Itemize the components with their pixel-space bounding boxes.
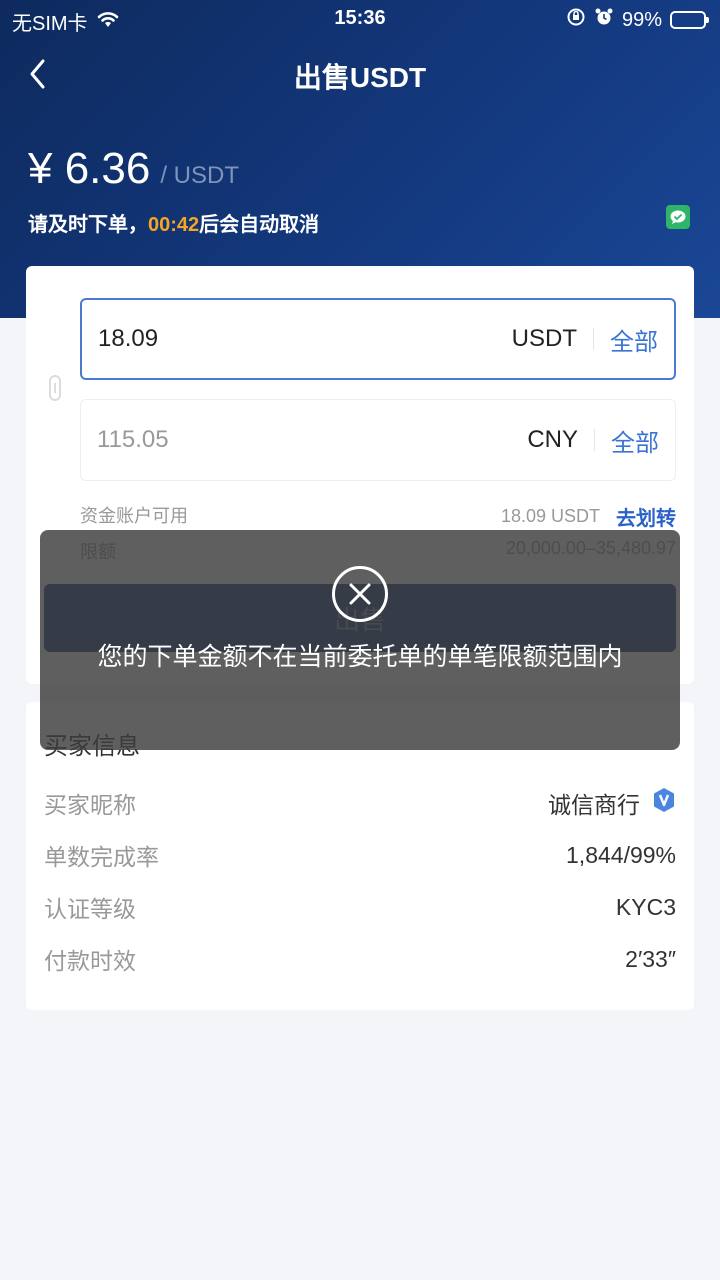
link-icon [48, 374, 62, 407]
row-label: 付款时效 [44, 948, 136, 974]
price-value: ¥ 6.36 [28, 144, 151, 193]
buyer-nickname-row: 买家昵称 诚信商行 [44, 786, 676, 820]
completion-rate-row: 单数完成率 1,844/99% [44, 838, 676, 872]
kyc-level-row: 认证等级 KYC3 [44, 890, 676, 924]
page-title: 出售USDT [293, 62, 427, 93]
payment-time-row: 付款时效 2′33″ [44, 942, 676, 976]
chat-icon [670, 210, 686, 224]
available-value: 18.09 USDT [500, 506, 600, 526]
orientation-lock-icon [566, 7, 586, 33]
row-label: 单数完成率 [44, 844, 159, 870]
cny-amount-field[interactable]: 115.05 CNY 全部 [80, 399, 676, 481]
countdown-notice: 请及时下单，00:42后会自动取消 [28, 208, 319, 237]
row-label: 认证等级 [44, 896, 136, 922]
error-x-icon [332, 566, 388, 622]
cny-all-button[interactable]: 全部 [611, 423, 659, 458]
usdt-all-button[interactable]: 全部 [610, 322, 658, 357]
cny-amount-input[interactable]: 115.05 [97, 426, 527, 454]
usdt-amount-input[interactable]: 18.09 [98, 325, 512, 353]
error-toast: 您的下单金额不在当前委托单的单笔限额范围内 [40, 530, 680, 750]
cny-currency-label: CNY [527, 426, 578, 453]
available-label: 资金账户可用 [80, 506, 188, 526]
nav-bar: 出售USDT [0, 44, 720, 104]
row-label: 买家昵称 [44, 792, 136, 818]
price-unit: / USDT [160, 162, 240, 189]
transfer-link[interactable]: 去划转 [616, 502, 676, 531]
toast-message: 您的下单金额不在当前委托单的单笔限额范围内 [97, 643, 623, 671]
countdown-timer: 00:42 [148, 214, 200, 236]
battery-icon [670, 11, 709, 29]
battery-percent: 99% [621, 8, 662, 31]
row-value: KYC3 [615, 893, 676, 920]
verified-badge-icon [652, 787, 676, 819]
divider [593, 328, 594, 350]
usdt-currency-label: USDT [511, 325, 577, 352]
divider [594, 429, 595, 451]
row-value: 1,844/99% [566, 841, 676, 868]
price-display: ¥ 6.36 / USDT [28, 144, 239, 194]
row-value: 诚信商行 [548, 792, 640, 818]
row-value: 2′33″ [625, 945, 676, 972]
countdown-prefix: 请及时下单， [28, 214, 148, 236]
countdown-suffix: 后会自动取消 [199, 214, 320, 236]
usdt-amount-field[interactable]: 18.09 USDT 全部 [80, 298, 676, 380]
alarm-icon [594, 7, 614, 33]
status-bar: 无SIM卡 15:36 99% [0, 0, 720, 38]
available-balance-row: 资金账户可用 18.09 USDT 去划转 [80, 502, 676, 531]
chat-button[interactable] [666, 205, 690, 229]
